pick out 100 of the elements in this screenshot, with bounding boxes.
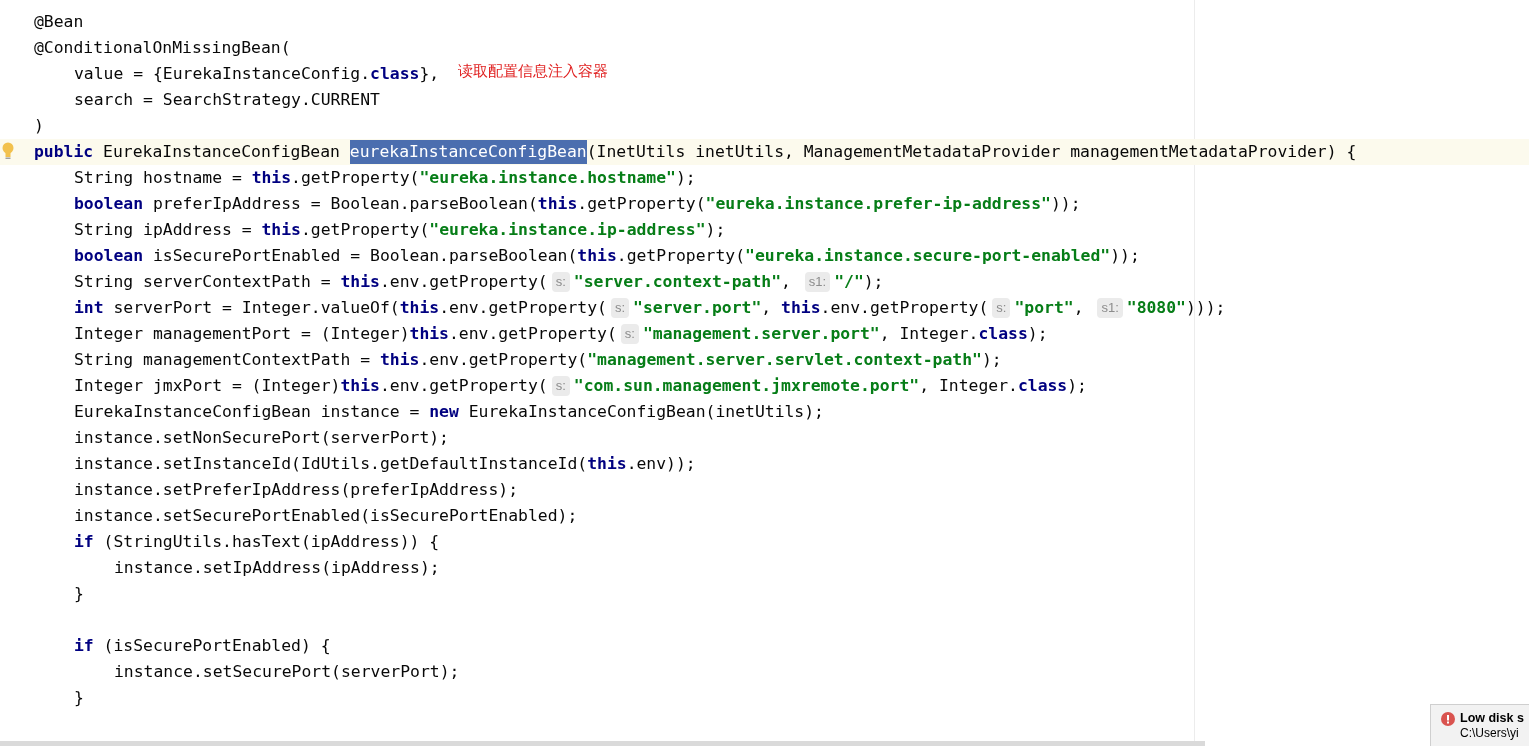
- string-literal: "port": [1014, 296, 1074, 319]
- code-text: ));: [1051, 192, 1081, 215]
- string-literal: "server.port": [633, 296, 762, 319]
- code-text: .env));: [626, 452, 696, 475]
- code-text: .env.getProperty(: [439, 296, 607, 319]
- code-text: instance.setSecurePortEnabled(isSecurePortEnabled);: [74, 504, 578, 527]
- code-text: .env.getProperty(: [379, 270, 548, 293]
- parameter-hint: s:: [992, 298, 1011, 318]
- string-literal: "eureka.instance.prefer-ip-address": [705, 192, 1051, 215]
- keyword: this: [251, 166, 292, 189]
- code-text: .env.getProperty(: [419, 348, 588, 371]
- code-text: );: [1027, 322, 1048, 345]
- keyword: this: [379, 348, 420, 371]
- code-text: );: [981, 348, 1002, 371]
- code-text: serverPort = Integer.valueOf(: [112, 296, 400, 319]
- code-text: instance.setNonSecurePort(serverPort);: [74, 426, 449, 449]
- code-text: String hostname =: [74, 166, 243, 189]
- code-text: .env.getProperty(: [449, 322, 617, 345]
- string-literal: "management.server.port": [642, 322, 880, 345]
- parameter-hint: s:: [620, 324, 639, 344]
- keyword: this: [577, 244, 617, 267]
- keyword: if: [74, 530, 94, 553]
- code-text: EurekaInstanceConfigBean instance =: [74, 400, 421, 423]
- string-literal: "server.context-path": [573, 270, 782, 293]
- code-text: Integer managementPort = (Integer): [74, 322, 410, 345]
- code-text: );: [1067, 374, 1087, 397]
- code-text: ,: [781, 270, 792, 293]
- notification-body: C:\Users\yi: [1460, 726, 1520, 741]
- code-text: .getProperty(: [301, 218, 430, 241]
- code-text: isSecurePortEnabled = Boolean.parseBoolean(: [151, 244, 578, 267]
- code-text: Integer jmxPort = (Integer): [74, 374, 341, 397]
- keyword: class: [978, 322, 1028, 345]
- keyword: this: [781, 296, 821, 319]
- keyword: class: [1017, 374, 1068, 397]
- code-text: String managementContextPath =: [74, 348, 372, 371]
- horizontal-scrollbar[interactable]: [0, 741, 1205, 746]
- code-text: EurekaInstanceConfigBean: [102, 140, 341, 163]
- string-literal: "8080": [1126, 296, 1186, 319]
- string-literal: "/": [834, 270, 864, 293]
- code-text: );: [705, 218, 726, 241]
- code-text: @ConditionalOnMissingBean(: [34, 36, 291, 59]
- code-text: }: [74, 582, 84, 605]
- keyword: class: [370, 62, 420, 85]
- annotation-text: 读取配置信息注入容器: [458, 61, 608, 81]
- code-text: String ipAddress =: [74, 218, 253, 241]
- keyword: this: [587, 452, 627, 475]
- code-text: ): [34, 114, 44, 137]
- parameter-hint: s1:: [1097, 298, 1123, 318]
- lightbulb-icon[interactable]: [2, 142, 14, 160]
- code-text: instance.setSecurePort(serverPort);: [114, 660, 460, 683]
- code-text: preferIpAddress = Boolean.parseBoolean(: [151, 192, 538, 215]
- keyword: this: [399, 296, 440, 319]
- code-text: ,: [761, 296, 773, 319]
- code-text: @Bean: [34, 10, 84, 33]
- string-literal: "com.sun.management.jmxremote.port": [573, 374, 920, 397]
- code-text: (isSecurePortEnabled) {: [102, 634, 331, 657]
- code-text: .getProperty(: [291, 166, 420, 189]
- code-text: (StringUtils.hasText(ipAddress)) {: [102, 530, 440, 553]
- string-literal: "eureka.instance.hostname": [419, 166, 676, 189]
- code-text: ,: [1073, 296, 1085, 319]
- string-literal: "eureka.instance.ip-address": [429, 218, 706, 241]
- code-text: },: [419, 62, 440, 85]
- string-literal: "eureka.instance.secure-port-enabled": [745, 244, 1111, 267]
- parameter-hint: s1:: [804, 272, 831, 292]
- code-text: )));: [1186, 296, 1226, 319]
- keyword: public: [34, 140, 94, 163]
- code-text: .env.getProperty(: [820, 296, 989, 319]
- parameter-hint: s:: [610, 298, 630, 318]
- code-text: }: [74, 686, 84, 709]
- error-icon: [1441, 712, 1455, 726]
- parameter-hint: s:: [551, 272, 570, 292]
- code-text: );: [863, 270, 884, 293]
- code-text: ));: [1110, 244, 1140, 267]
- keyword: this: [537, 192, 578, 215]
- code-text: , Integer.: [919, 374, 1018, 397]
- keyword: this: [409, 322, 449, 345]
- code-text: value = {EurekaInstanceConfig.: [74, 62, 371, 85]
- keyword: if: [74, 634, 94, 657]
- code-text: .env.getProperty(: [379, 374, 548, 397]
- keyword: this: [340, 270, 380, 293]
- code-text: instance.setIpAddress(ipAddress);: [114, 556, 440, 579]
- keyword: this: [340, 374, 380, 397]
- selected-text: eurekaInstanceConfigBean: [349, 139, 587, 165]
- keyword: boolean: [74, 192, 144, 215]
- notification-title: Low disk s: [1460, 711, 1524, 726]
- code-text: search = SearchStrategy.CURRENT: [74, 88, 380, 111]
- code-text: );: [676, 166, 696, 189]
- code-text: EurekaInstanceConfigBean(inetUtils);: [467, 400, 824, 423]
- parameter-hint: s:: [551, 376, 570, 396]
- code-text: instance.setPreferIpAddress(preferIpAddress);: [74, 478, 519, 501]
- keyword: new: [429, 400, 459, 423]
- keyword: int: [74, 296, 104, 319]
- keyword: boolean: [74, 244, 144, 267]
- code-text: (InetUtils inetUtils, ManagementMetadataProvider managementMetadataProvider) {: [586, 140, 1357, 163]
- string-literal: "management.server.servlet.context-path": [587, 348, 982, 371]
- code-text: String serverContextPath =: [74, 270, 332, 293]
- code-text: .getProperty(: [616, 244, 746, 267]
- code-text: , Integer.: [879, 322, 979, 345]
- code-text: .getProperty(: [577, 192, 706, 215]
- code-text: instance.setInstanceId(IdUtils.getDefaultInstanceId(: [74, 452, 588, 475]
